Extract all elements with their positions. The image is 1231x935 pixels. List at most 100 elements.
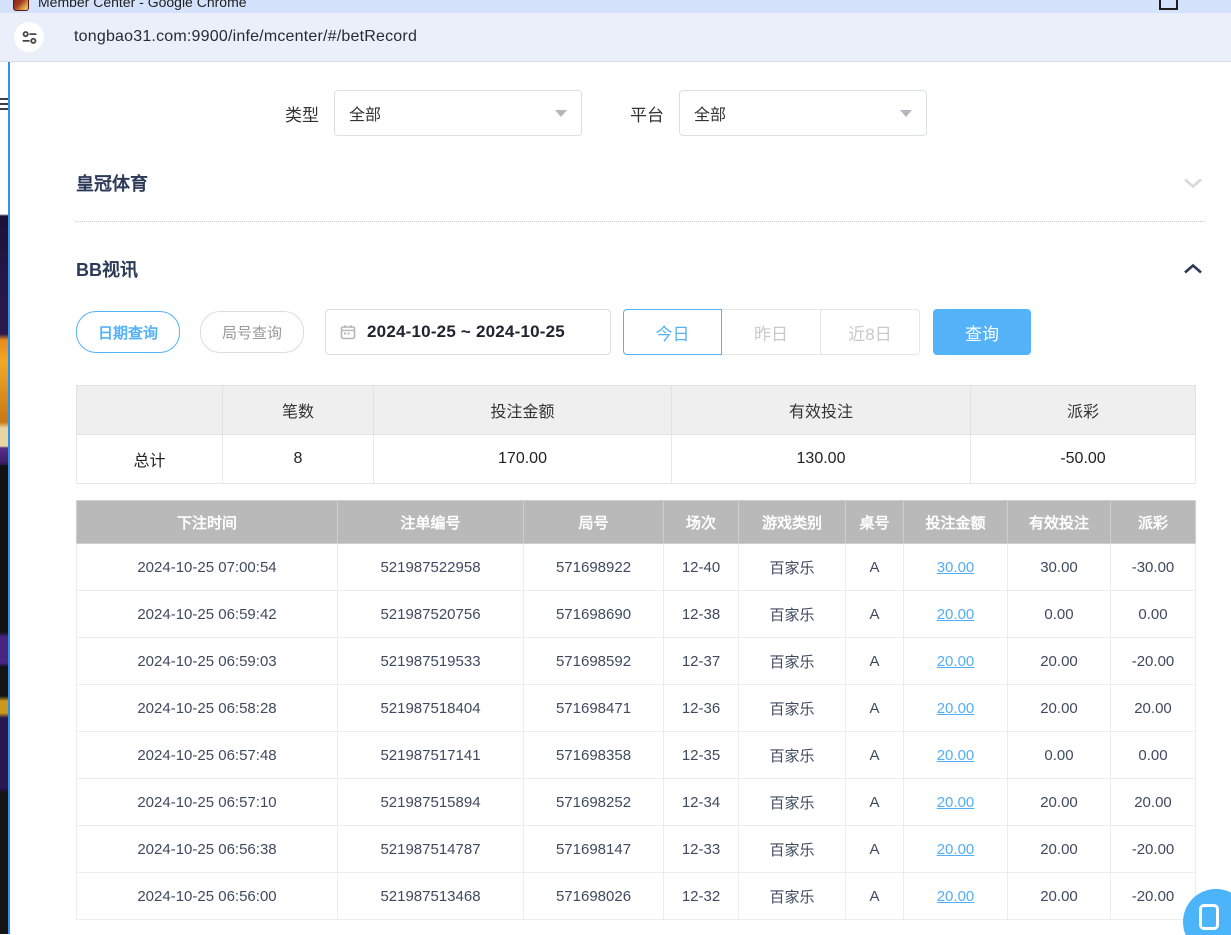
header-game-type: 游戏类别 [739, 501, 846, 544]
bet-time-cell: 2024-10-25 06:59:03 [77, 638, 338, 685]
round-no-cell: 571698922 [524, 544, 664, 591]
today-button[interactable]: 今日 [623, 309, 722, 355]
bet-amount-link[interactable]: 20.00 [904, 638, 1008, 685]
header-session: 场次 [664, 501, 739, 544]
valid-bet-cell: 30.00 [1008, 544, 1111, 591]
payout-cell: -30.00 [1111, 544, 1196, 591]
summary-header-row: 笔数 投注金额 有效投注 派彩 [77, 386, 1196, 435]
table-no-cell: A [846, 779, 904, 826]
valid-bet-cell: 20.00 [1008, 826, 1111, 873]
header-bet-amount: 投注金额 [904, 501, 1008, 544]
order-no-cell: 521987520756 [338, 591, 524, 638]
table-no-cell: A [846, 591, 904, 638]
quick-range-group: 今日 昨日 近8日 [623, 309, 920, 355]
payout-cell: -20.00 [1111, 826, 1196, 873]
window-title: Member Center - Google Chrome [38, 0, 247, 10]
platform-filter-label: 平台 [630, 101, 664, 126]
bet-table-row: 2024-10-25 06:57:10521987515894571698252… [77, 779, 1196, 826]
valid-bet-cell: 20.00 [1008, 685, 1111, 732]
session-cell: 12-36 [664, 685, 739, 732]
table-no-cell: A [846, 638, 904, 685]
platform-select[interactable]: 全部 [679, 90, 927, 136]
favicon [13, 0, 29, 11]
bet-amount-link[interactable]: 20.00 [904, 732, 1008, 779]
bet-amount-link[interactable]: 20.00 [904, 826, 1008, 873]
summary-total-row: 总计 8 170.00 130.00 -50.00 [77, 435, 1196, 484]
bet-amount-link[interactable]: 20.00 [904, 873, 1008, 920]
bet-table-row: 2024-10-25 07:00:54521987522958571698922… [77, 544, 1196, 591]
type-select-value: 全部 [349, 101, 381, 125]
table-no-cell: A [846, 732, 904, 779]
payout-cell: 20.00 [1111, 779, 1196, 826]
calendar-icon [340, 324, 356, 340]
session-cell: 12-40 [664, 544, 739, 591]
payout-cell: 20.00 [1111, 685, 1196, 732]
payout-cell: 0.00 [1111, 591, 1196, 638]
table-no-cell: A [846, 544, 904, 591]
summary-payout-value: -50.00 [971, 435, 1196, 484]
bet-time-cell: 2024-10-25 06:59:42 [77, 591, 338, 638]
bet-table-row: 2024-10-25 06:59:42521987520756571698690… [77, 591, 1196, 638]
game-type-cell: 百家乐 [739, 826, 846, 873]
session-cell: 12-37 [664, 638, 739, 685]
valid-bet-cell: 20.00 [1008, 873, 1111, 920]
bet-record-table: 下注时间 注单编号 局号 场次 游戏类别 桌号 投注金额 有效投注 派彩 202… [76, 500, 1196, 920]
platform-select-value: 全部 [694, 101, 726, 125]
bet-time-cell: 2024-10-25 06:58:28 [77, 685, 338, 732]
bet-record-content: 类型 全部 平台 全部 皇冠体育 BB视讯 [10, 62, 1231, 934]
payout-cell: -20.00 [1111, 638, 1196, 685]
url-text[interactable]: tongbao31.com:9900/infe/mcenter/#/betRec… [74, 28, 417, 46]
bb-video-title: BB视讯 [76, 256, 138, 282]
type-select[interactable]: 全部 [334, 90, 582, 136]
valid-bet-cell: 20.00 [1008, 779, 1111, 826]
game-type-cell: 百家乐 [739, 873, 846, 920]
filter-row: 类型 全部 平台 全部 [285, 90, 1205, 136]
summary-bet-amount-value: 170.00 [374, 435, 672, 484]
bet-table-row: 2024-10-25 06:56:00521987513468571698026… [77, 873, 1196, 920]
section-crown-sports[interactable]: 皇冠体育 [76, 170, 1205, 196]
bet-amount-link[interactable]: 20.00 [904, 591, 1008, 638]
session-cell: 12-35 [664, 732, 739, 779]
bet-table-row: 2024-10-25 06:56:38521987514787571698147… [77, 826, 1196, 873]
last-8-days-button[interactable]: 近8日 [821, 309, 920, 355]
round-no-cell: 571698147 [524, 826, 664, 873]
session-cell: 12-34 [664, 779, 739, 826]
window-title-bar: Member Center - Google Chrome [0, 0, 1231, 13]
session-cell: 12-33 [664, 826, 739, 873]
bet-time-cell: 2024-10-25 06:56:38 [77, 826, 338, 873]
section-bb-video[interactable]: BB视讯 [76, 256, 1205, 282]
bet-amount-link[interactable]: 20.00 [904, 779, 1008, 826]
maximize-icon[interactable] [1159, 0, 1178, 10]
header-valid-bet: 有效投注 [1008, 501, 1111, 544]
summary-valid-bet-value: 130.00 [672, 435, 971, 484]
summary-table: 笔数 投注金额 有效投注 派彩 总计 8 170.00 130.00 -50.0… [76, 385, 1196, 484]
page-body: 类型 全部 平台 全部 皇冠体育 BB视讯 [0, 62, 1231, 934]
bet-time-cell: 2024-10-25 06:57:48 [77, 732, 338, 779]
header-round-no: 局号 [524, 501, 664, 544]
payout-cell: -20.00 [1111, 873, 1196, 920]
date-query-button[interactable]: 日期查询 [76, 311, 180, 353]
game-type-cell: 百家乐 [739, 544, 846, 591]
type-filter-label: 类型 [285, 101, 319, 126]
session-cell: 12-38 [664, 591, 739, 638]
order-no-cell: 521987513468 [338, 873, 524, 920]
round-no-cell: 571698026 [524, 873, 664, 920]
bet-amount-link[interactable]: 30.00 [904, 544, 1008, 591]
bet-amount-link[interactable]: 20.00 [904, 685, 1008, 732]
order-no-cell: 521987518404 [338, 685, 524, 732]
service-icon [1199, 904, 1219, 930]
round-no-cell: 571698252 [524, 779, 664, 826]
chevron-down-icon [555, 110, 567, 117]
yesterday-button[interactable]: 昨日 [722, 309, 821, 355]
chevron-down-icon[interactable] [1181, 171, 1205, 195]
summary-header-payout: 派彩 [971, 386, 1196, 435]
round-no-cell: 571698690 [524, 591, 664, 638]
site-controls-icon[interactable] [14, 22, 44, 52]
date-range-input[interactable]: 2024-10-25 ~ 2024-10-25 [325, 309, 611, 355]
search-button[interactable]: 查询 [933, 309, 1031, 355]
summary-count-value: 8 [223, 435, 374, 484]
menu-lines-icon [0, 98, 8, 110]
round-query-button[interactable]: 局号查询 [200, 311, 304, 353]
valid-bet-cell: 20.00 [1008, 638, 1111, 685]
chevron-up-icon[interactable] [1181, 257, 1205, 281]
